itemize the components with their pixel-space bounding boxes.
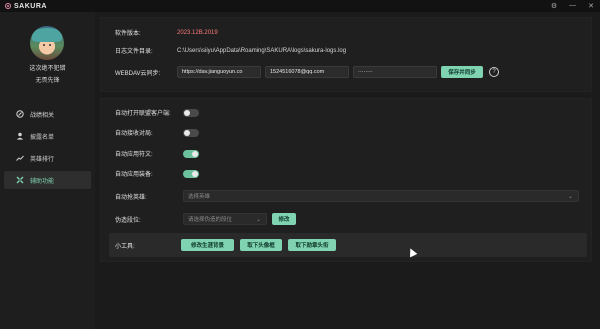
tools-icon	[16, 176, 24, 184]
auto-equipment-toggle[interactable]	[183, 169, 199, 178]
sidebar-item-label: 战绩相关	[30, 112, 55, 119]
trend-icon	[16, 154, 24, 162]
auto-accept-label: 自动接收对局:	[115, 131, 153, 137]
webdav-url-input[interactable]: https://dav.jianguoyun.co	[177, 66, 261, 78]
sidebar-item-label: 英雄排行	[30, 156, 55, 163]
app-window: SAKURA ⚙ — ✕ 这次绝不犯错 无畏先锋 战绩相关 披露名单 英雄排行	[0, 0, 600, 329]
sidebar-item-label: 披露名单	[30, 134, 55, 141]
minimize-icon[interactable]: —	[569, 2, 576, 10]
sidebar-item-tools[interactable]: 辅助功能	[4, 171, 91, 189]
settings-panel: 自动打开联盟客户端: 自动接收对局: 自动应用符文: 自动应用装备: 自动抢英雄…	[100, 98, 592, 262]
close-icon[interactable]: ✕	[588, 2, 594, 10]
rank-placeholder: 请选择伪造的段位	[188, 217, 233, 223]
rank-select[interactable]: 请选择伪造的段位 ⌄	[183, 213, 267, 225]
sidebar-nav: 战绩相关 披露名单 英雄排行 辅助功能	[0, 105, 95, 193]
auto-pick-select[interactable]: 选择英雄 ⌄	[183, 190, 579, 202]
tools-label: 小工具:	[115, 243, 135, 250]
auto-accept-toggle[interactable]	[183, 128, 199, 137]
app-title: SAKURA	[14, 2, 47, 10]
settings-icon[interactable]: ⚙	[551, 2, 557, 10]
rank-label: 伪造段位:	[115, 217, 141, 224]
change-background-button[interactable]: 修改生涯背景	[181, 239, 234, 251]
chevron-down-icon: ⌄	[255, 217, 261, 223]
remove-frame-button[interactable]: 取下头像框	[240, 239, 282, 251]
swords-icon	[16, 110, 24, 118]
auto-open-client-toggle[interactable]	[183, 108, 199, 117]
auto-open-client-label: 自动打开联盟客户端:	[115, 111, 171, 117]
sidebar-item-hero-ranking[interactable]: 英雄排行	[4, 149, 91, 167]
auto-pick-placeholder: 选择英雄	[188, 194, 211, 200]
person-icon	[16, 132, 24, 140]
sidebar-item-label: 辅助功能	[30, 178, 55, 185]
version-label: 软件版本:	[115, 31, 141, 37]
rank-title: 无畏先锋	[35, 78, 60, 84]
save-sync-button[interactable]: 保存并同步	[441, 66, 483, 78]
help-icon[interactable]: ?	[489, 67, 499, 77]
auto-runes-toggle[interactable]	[183, 149, 199, 158]
version-value: 2023.12B.2019	[177, 29, 218, 36]
logdir-label: 日志文件目录:	[115, 49, 153, 55]
username: 这次绝不犯错	[29, 66, 66, 72]
sidebar-item-match-history[interactable]: 战绩相关	[4, 105, 91, 123]
webdav-label: WEBDAV云同步:	[115, 70, 161, 77]
info-panel: 软件版本: 2023.12B.2019 日志文件目录: C:\Users\sii…	[100, 17, 592, 92]
sidebar: 这次绝不犯错 无畏先锋 战绩相关 披露名单 英雄排行 辅助功能	[0, 12, 95, 329]
auto-runes-label: 自动应用符文:	[115, 152, 153, 158]
sidebar-item-blacklist[interactable]: 披露名单	[4, 127, 91, 145]
avatar[interactable]	[30, 26, 64, 60]
chevron-down-icon: ⌄	[567, 194, 573, 200]
sakura-logo-icon	[5, 3, 11, 9]
webdav-password-input[interactable]: ········	[353, 66, 437, 78]
remove-title-button[interactable]: 取下勋章头衔	[288, 239, 336, 251]
title-bar: SAKURA ⚙ — ✕	[0, 0, 600, 12]
tools-bar: 小工具: 修改生涯背景 取下头像框 取下勋章头衔	[109, 233, 587, 257]
rank-modify-button[interactable]: 修改	[272, 213, 296, 225]
auto-pick-label: 自动抢英雄:	[115, 194, 147, 201]
auto-equipment-label: 自动应用装备:	[115, 172, 153, 178]
logdir-value: C:\Users\siiyu\AppData\Roaming\SAKURA\lo…	[177, 47, 347, 54]
webdav-user-input[interactable]: 1524516078@qq.com	[265, 66, 349, 78]
